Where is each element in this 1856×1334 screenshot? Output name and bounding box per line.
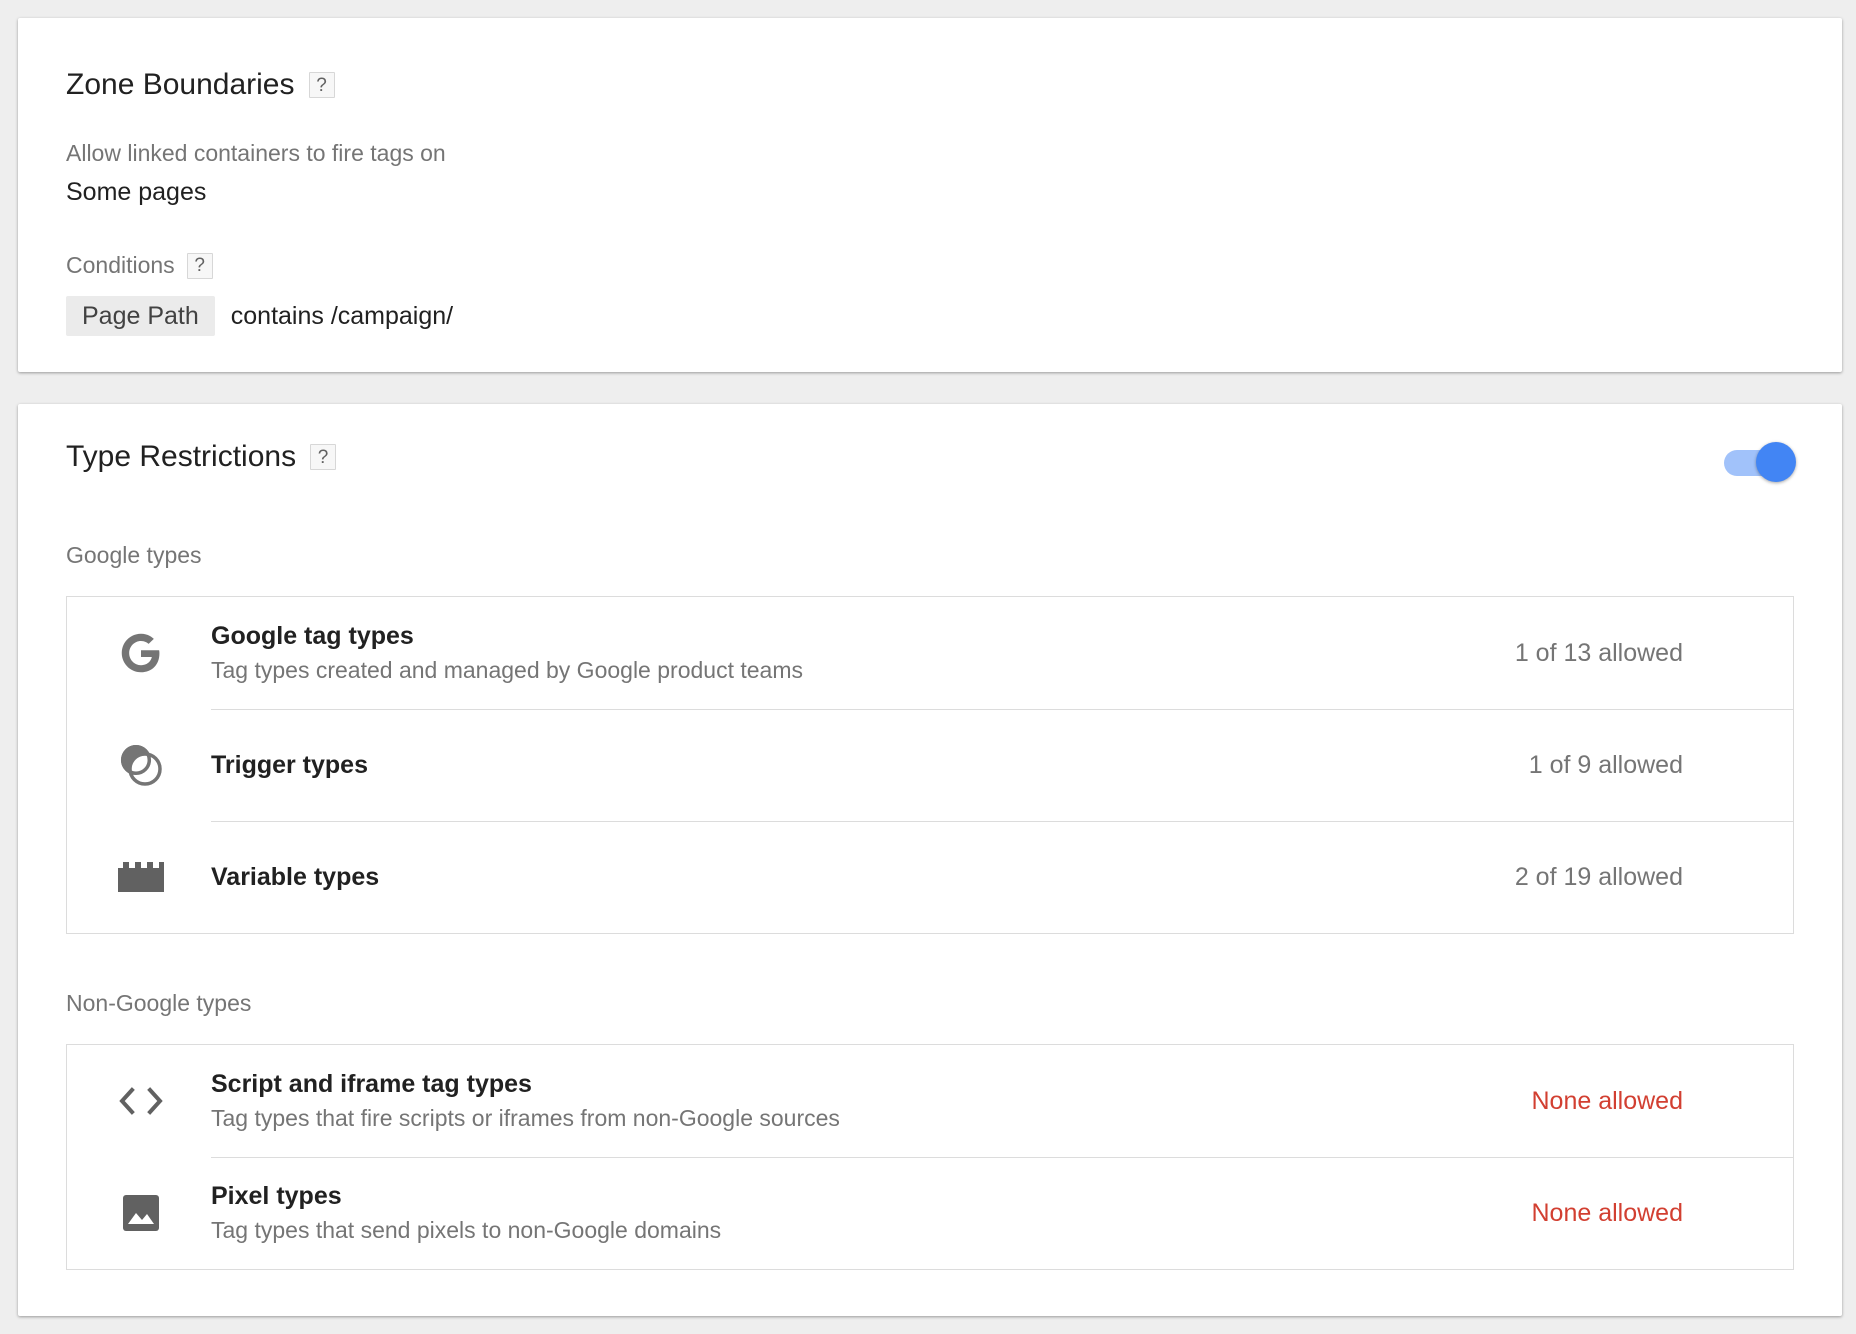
- list-item-script-iframe-types[interactable]: Script and iframe tag types Tag types th…: [67, 1045, 1793, 1157]
- zone-boundaries-card: Zone Boundaries ? Allow linked container…: [18, 18, 1842, 372]
- google-types-label: Google types: [66, 542, 202, 568]
- trigger-icon: [67, 709, 211, 821]
- row-status: 2 of 19 allowed: [1514, 862, 1683, 891]
- help-icon[interactable]: ?: [186, 252, 213, 279]
- row-description: Tag types that fire scripts or iframes f…: [211, 1105, 840, 1131]
- row-title: Google tag types: [211, 622, 414, 650]
- condition-expression: contains /campaign/: [230, 301, 454, 330]
- fire-tags-value: Some pages: [66, 178, 207, 206]
- google-types-list: Google tag types Tag types created and m…: [66, 596, 1794, 934]
- row-title: Pixel types: [211, 1182, 342, 1210]
- code-icon: [67, 1045, 211, 1157]
- list-item-trigger-types[interactable]: Trigger types 1 of 9 allowed: [67, 709, 1793, 821]
- fire-tags-label: Allow linked containers to fire tags on: [66, 140, 446, 166]
- row-description: Tag types created and managed by Google …: [211, 657, 803, 683]
- zone-boundaries-title: Zone Boundaries: [66, 68, 295, 101]
- conditions-label-row: Conditions ?: [66, 252, 213, 279]
- help-icon[interactable]: ?: [308, 72, 335, 98]
- variable-block-icon: [67, 821, 211, 933]
- row-status: 1 of 13 allowed: [1514, 638, 1683, 667]
- row-status: None allowed: [1531, 1198, 1684, 1227]
- list-item-variable-types[interactable]: Variable types 2 of 19 allowed: [67, 821, 1793, 933]
- row-title: Trigger types: [211, 750, 368, 779]
- type-restrictions-toggle[interactable]: [1724, 440, 1796, 484]
- row-title: Variable types: [211, 862, 380, 891]
- row-description: Tag types that send pixels to non-Google…: [211, 1217, 722, 1243]
- zone-boundaries-title-row: Zone Boundaries ?: [66, 68, 335, 102]
- conditions-label: Conditions: [66, 252, 175, 278]
- row-status: 1 of 9 allowed: [1528, 750, 1683, 779]
- type-restrictions-card: Type Restrictions ? Google types Google …: [18, 404, 1842, 1316]
- non-google-types-list: Script and iframe tag types Tag types th…: [66, 1044, 1794, 1270]
- help-icon[interactable]: ?: [310, 444, 337, 470]
- row-status: None allowed: [1531, 1086, 1684, 1115]
- non-google-types-label: Non-Google types: [66, 990, 252, 1016]
- type-restrictions-title: Type Restrictions: [66, 440, 297, 473]
- type-restrictions-title-row: Type Restrictions ?: [66, 440, 337, 474]
- condition-row: Page Path contains /campaign/: [66, 296, 453, 336]
- image-icon: [67, 1157, 211, 1269]
- google-g-icon: [67, 597, 211, 709]
- condition-variable-chip: Page Path: [66, 296, 215, 336]
- row-title: Script and iframe tag types: [211, 1070, 532, 1098]
- list-item-google-tag-types[interactable]: Google tag types Tag types created and m…: [67, 597, 1793, 709]
- list-item-pixel-types[interactable]: Pixel types Tag types that send pixels t…: [67, 1157, 1793, 1269]
- toggle-thumb: [1756, 442, 1796, 482]
